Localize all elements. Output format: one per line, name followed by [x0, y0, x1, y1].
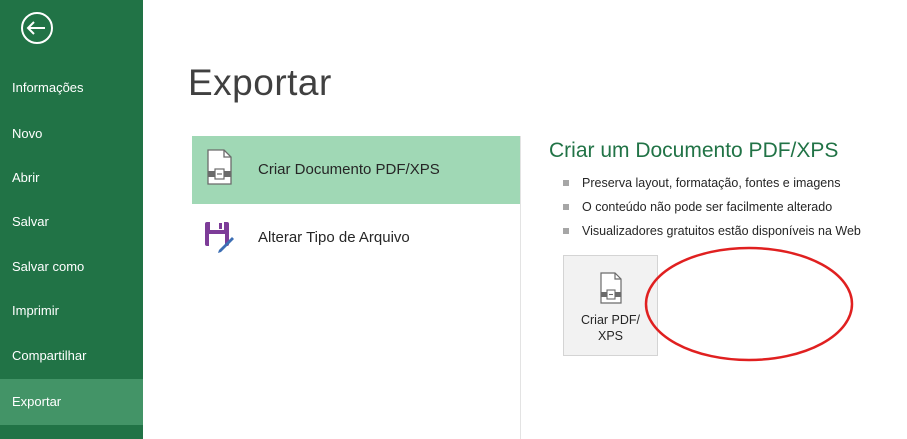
page-title: Exportar: [188, 62, 332, 103]
export-options-list: Criar Documento PDF/XPS Alterar Tipo de …: [192, 136, 521, 439]
nav-item-exportar[interactable]: Exportar: [0, 379, 143, 425]
pdf-document-icon: [207, 149, 232, 185]
list-item: O conteúdo não pode ser facilmente alter…: [563, 198, 861, 222]
pdf-document-icon: [600, 272, 622, 304]
backstage-main: Exportar Criar Documento PDF/XPS Alterar…: [143, 0, 907, 439]
nav-item-novo[interactable]: Novo: [0, 111, 143, 157]
list-item: Visualizadores gratuitos estão disponíve…: [563, 222, 861, 246]
option-change-file-type[interactable]: Alterar Tipo de Arquivo: [192, 204, 520, 272]
create-pdf-xps-button[interactable]: Criar PDF/ XPS: [563, 255, 658, 356]
backstage-sidebar: Informações Novo Abrir Salvar Salvar com…: [0, 0, 143, 439]
option-label: Alterar Tipo de Arquivo: [258, 229, 410, 246]
bullet-square-icon: [563, 228, 569, 234]
nav-item-informacoes[interactable]: Informações: [0, 65, 143, 111]
annotation-ellipse: [644, 246, 854, 362]
nav-item-abrir[interactable]: Abrir: [0, 155, 143, 201]
option-label: Criar Documento PDF/XPS: [258, 161, 440, 178]
option-create-pdf-xps[interactable]: Criar Documento PDF/XPS: [192, 136, 520, 204]
detail-title: Criar um Documento PDF/XPS: [549, 139, 839, 162]
bullet-square-icon: [563, 204, 569, 210]
save-file-type-icon: [205, 222, 234, 253]
create-pdf-xps-button-label: Criar PDF/ XPS: [580, 313, 641, 343]
bullet-square-icon: [563, 180, 569, 186]
nav-item-salvar-como[interactable]: Salvar como: [0, 244, 143, 290]
list-item: Preserva layout, formatação, fontes e im…: [563, 174, 861, 198]
nav-item-imprimir[interactable]: Imprimir: [0, 288, 143, 334]
feature-list: Preserva layout, formatação, fontes e im…: [563, 174, 861, 246]
nav-item-compartilhar[interactable]: Compartilhar: [0, 333, 143, 379]
back-button[interactable]: [17, 8, 57, 48]
back-arrow-icon: [21, 12, 53, 44]
nav-item-salvar[interactable]: Salvar: [0, 199, 143, 245]
